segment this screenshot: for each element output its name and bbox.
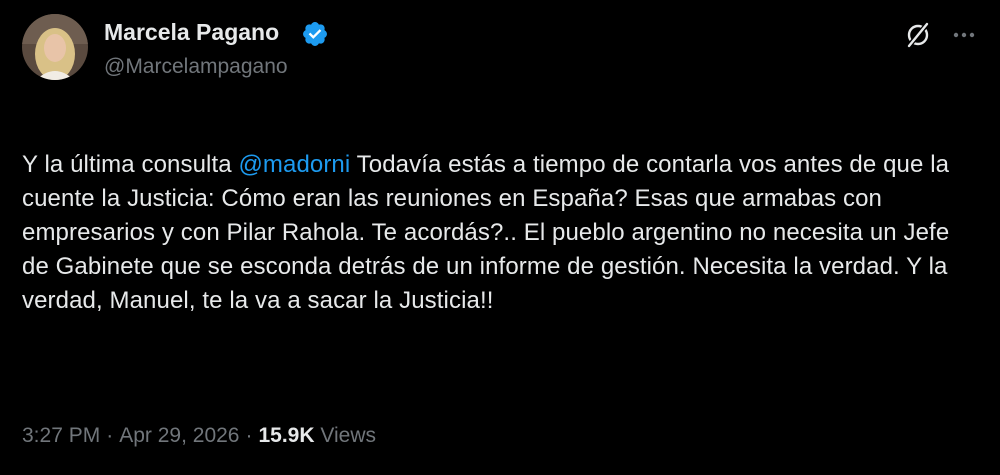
meta-separator: · xyxy=(106,424,114,447)
tweet-time[interactable]: 3:27 PM xyxy=(22,424,100,447)
more-options-icon[interactable] xyxy=(950,23,978,47)
views-count: 15.9K xyxy=(258,424,315,447)
mention-link[interactable]: @madorni xyxy=(238,151,350,178)
views-label: Views xyxy=(320,424,377,447)
avatar[interactable] xyxy=(22,14,88,80)
handle[interactable]: @Marcelampagano xyxy=(104,54,288,80)
verified-badge-icon xyxy=(303,22,327,46)
tweet-text: Y la última consulta @madorni Todavía es… xyxy=(22,148,982,318)
tweet-meta: 3:27 PM · Apr 29, 2026 · 15.9K Views xyxy=(22,422,376,450)
avatar-image xyxy=(22,14,88,80)
display-name[interactable]: Marcela Pagano xyxy=(104,18,279,46)
tweet-text-before: Y la última consulta xyxy=(22,151,239,178)
grok-icon[interactable] xyxy=(903,20,933,50)
tweet-date[interactable]: Apr 29, 2026 xyxy=(119,424,239,447)
meta-separator: · xyxy=(245,424,253,447)
